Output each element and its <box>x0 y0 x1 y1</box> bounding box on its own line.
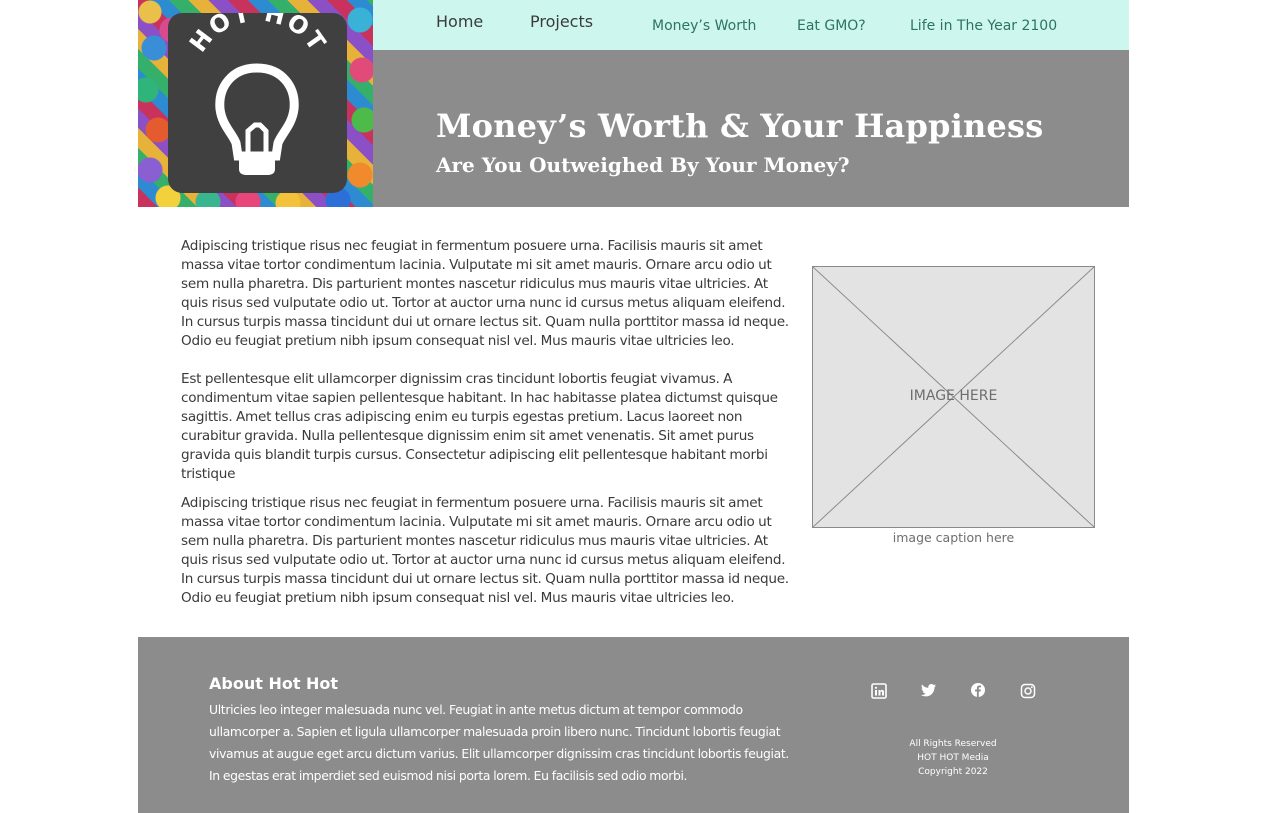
logo-graphic: HOT HOT <box>184 13 332 175</box>
logo[interactable]: HOT HOT <box>168 13 347 193</box>
page-title: Money’s Worth & Your Happiness <box>436 107 1044 145</box>
logo-background: HOT HOT <box>138 0 374 207</box>
page-subtitle: Are You Outweighed By Your Money? <box>436 153 850 177</box>
company-text: HOT HOT Media <box>917 753 989 763</box>
svg-text:HOT HOT: HOT HOT <box>184 13 332 57</box>
main-nav: Home Projects Money’s Worth Eat GMO? Lif… <box>373 0 1129 50</box>
nav-eat-gmo[interactable]: Eat GMO? <box>797 0 866 50</box>
article-paragraph: Adipiscing tristique risus nec feugiat i… <box>181 495 789 606</box>
hero-banner: Money’s Worth & Your Happiness Are You O… <box>373 50 1129 207</box>
site-header: HOT HOT Home Projects Money’s Worth Eat … <box>138 0 1129 207</box>
footer-heading: About Hot Hot <box>209 674 339 693</box>
lightbulb-icon <box>215 63 299 175</box>
instagram-icon[interactable] <box>1020 683 1036 699</box>
footer-about-text: Ultricies leo integer malesuada nunc vel… <box>209 702 789 783</box>
image-placeholder: IMAGE HERE <box>812 266 1095 528</box>
nav-moneys-worth[interactable]: Money’s Worth <box>652 0 756 50</box>
rights-text: All Rights Reserved <box>909 739 997 749</box>
nav-home[interactable]: Home <box>436 0 483 46</box>
twitter-icon[interactable] <box>921 682 937 698</box>
nav-life-in-2100[interactable]: Life in The Year 2100 <box>910 0 1057 50</box>
logo-text: HOT HOT <box>184 13 330 57</box>
site-footer: About Hot Hot Ultricies leo integer male… <box>138 637 1129 813</box>
image-placeholder-label: IMAGE HERE <box>909 388 998 404</box>
article-body: Adipiscing tristique risus nec feugiat i… <box>181 237 791 608</box>
linkedin-icon[interactable] <box>871 683 887 699</box>
footer-legal: All Rights Reserved HOT HOT Media Copyri… <box>903 737 1003 779</box>
nav-projects[interactable]: Projects <box>530 0 593 46</box>
image-caption: image caption here <box>892 530 1015 545</box>
article-paragraph: Est pellentesque elit ullamcorper dignis… <box>181 371 778 482</box>
copyright-text: Copyright 2022 <box>918 767 988 777</box>
facebook-icon[interactable] <box>970 682 986 698</box>
article-paragraph: Adipiscing tristique risus nec feugiat i… <box>181 238 789 349</box>
